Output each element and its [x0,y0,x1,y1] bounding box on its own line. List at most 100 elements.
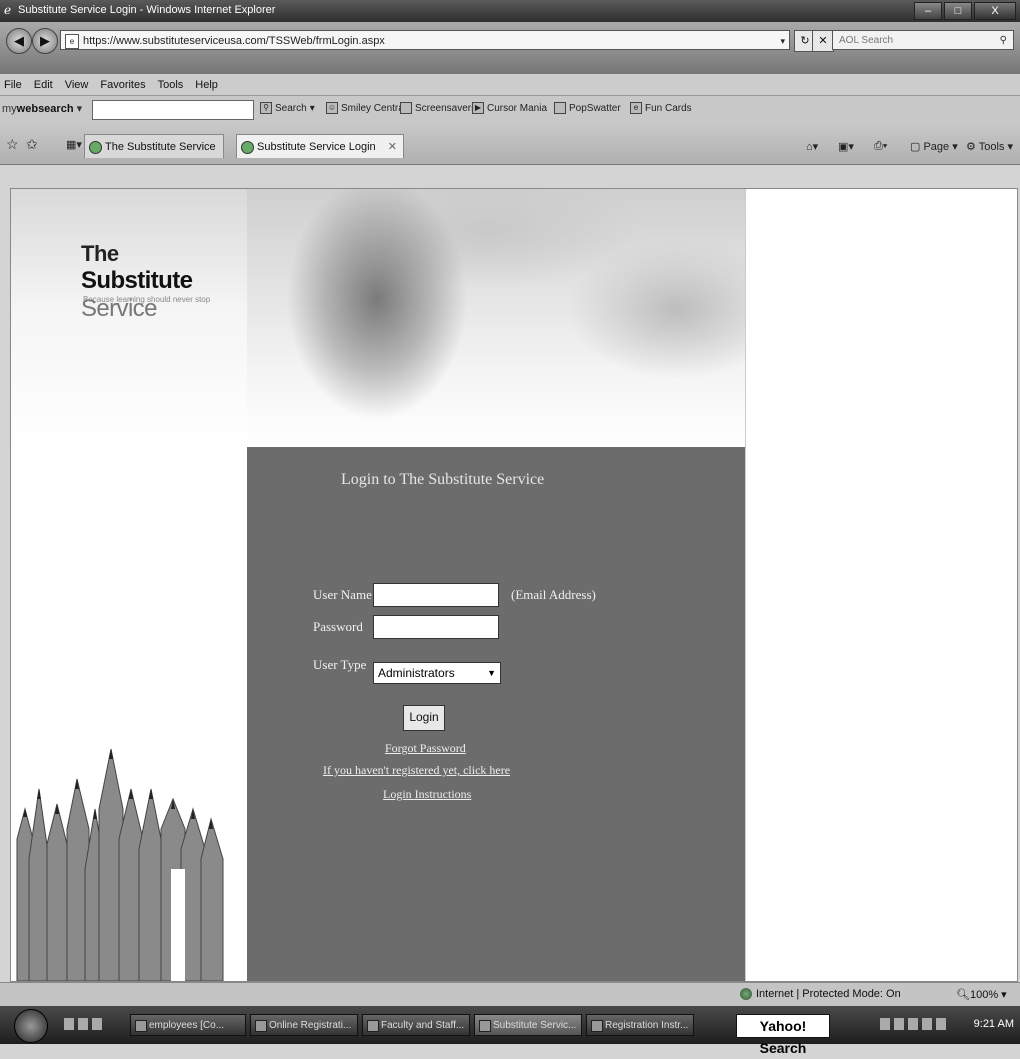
toolbar-search-button[interactable]: ⚲ Search ▾ [260,102,315,114]
address-bar[interactable]: e https://www.substituteserviceusa.com/T… [60,30,790,50]
toolbar-item-label: Fun Cards [645,102,692,114]
toolbar-item-fun-cards[interactable]: e Fun Cards [630,102,692,114]
print-icon[interactable]: ⎙▾ [874,140,887,153]
taskbar-item[interactable]: Online Registrati... [250,1014,358,1036]
security-zone[interactable]: Internet | Protected Mode: On [740,988,901,1000]
menu-file[interactable]: File [4,79,22,91]
taskbar-item-label: Online Registrati... [269,1020,352,1031]
close-button[interactable]: X [974,2,1016,20]
tab-substitute-service-login[interactable]: Substitute Service Login ✕ [236,134,404,158]
usertype-select[interactable]: Administrators ▼ [373,662,501,684]
clock: 9:21 AM [973,1018,1014,1030]
taskbar-item-active[interactable]: Substitute Servic... [474,1014,582,1036]
app-icon [367,1020,379,1032]
right-column [745,189,1017,981]
left-column: The Substitute Service Because learning … [11,189,247,981]
toolbar-search-input[interactable] [92,100,254,120]
menu-help[interactable]: Help [195,79,218,91]
login-button[interactable]: Login [403,705,445,731]
search-icon: ⚲ [260,102,272,114]
back-button[interactable]: ◀ [6,28,32,54]
password-label: Password [313,619,363,634]
taskbar-item[interactable]: employees [Co... [130,1014,246,1036]
tray-icon[interactable] [880,1018,890,1030]
app-icon [479,1020,491,1032]
taskbar-item-label: Substitute Servic... [493,1020,577,1031]
favorites-star-icon[interactable]: ☆ [6,136,19,153]
menu-favorites[interactable]: Favorites [100,79,145,91]
logo-substitute: Substitute [81,267,193,294]
toolbar-item-screensavers[interactable]: Screensavers [400,102,476,114]
app-icon [135,1020,147,1032]
menu-bar: File Edit View Favorites Tools Help [0,74,1020,96]
toolbar-item-cursor-mania[interactable]: ▶ Cursor Mania [472,102,547,114]
tab-label: Substitute Service Login [257,141,376,153]
window-title-bar: ℯ Substitute Service Login - Windows Int… [0,0,1020,22]
clouds-banner [247,189,745,447]
tab-label: The Substitute Service [105,141,216,153]
taskbar: employees [Co... Online Registrati... Fa… [0,1006,1020,1056]
app-icon [591,1020,603,1032]
tray-icon[interactable] [922,1018,932,1030]
login-panel: Login to The Substitute Service User Nam… [247,447,745,981]
zoom-value: 100% [969,989,999,1001]
menu-edit[interactable]: Edit [34,79,53,91]
register-link[interactable]: If you haven't registered yet, click her… [323,763,510,778]
toolbar-item-label: Cursor Mania [487,102,548,114]
page-menu-label: Page [923,141,950,153]
smiley-icon: ☺ [326,102,338,114]
menu-tools[interactable]: Tools [158,79,184,91]
tray-icon[interactable] [908,1018,918,1030]
menu-view[interactable]: View [65,79,89,91]
site-tagline: Because learning should never stop [83,295,211,304]
taskbar-item[interactable]: Faculty and Staff... [362,1014,470,1036]
search-input[interactable]: AOL Search ⚲ [832,30,1014,50]
site-favicon [89,141,102,154]
tab-the-substitute-service[interactable]: The Substitute Service [84,134,224,158]
search-placeholder: AOL Search [839,35,894,46]
quicklaunch-icon[interactable] [78,1018,88,1030]
add-favorites-icon[interactable]: ✩ [26,136,38,153]
home-icon[interactable]: ⌂▾ [806,140,818,153]
page-icon: e [65,34,79,49]
toolbar-search-label: Search [275,102,307,114]
chevron-down-icon: ▼ [487,668,496,678]
page-content: The Substitute Service Because learning … [10,188,1018,982]
toolbar-brand[interactable]: mywebsearch ▾ [2,102,82,115]
tools-menu[interactable]: ⚙ Tools ▾ [966,140,1013,153]
forgot-password-link[interactable]: Forgot Password [385,741,466,756]
zoom-level[interactable]: 🔍︎100% ▾ [956,988,1007,1001]
feeds-icon[interactable]: ▣▾ [838,140,854,153]
search-icon[interactable]: ⚲ [1000,31,1007,51]
globe-icon [740,988,752,1000]
login-instructions-link[interactable]: Login Instructions [383,787,471,802]
security-zone-label: Internet | Protected Mode: On [756,988,901,1000]
yahoo-search-box[interactable]: Yahoo! Search [736,1014,830,1056]
toolbar-item-smiley-central[interactable]: ☺ Smiley Central [326,102,406,114]
stop-button[interactable]: ✕ [812,30,834,52]
tab-row: ☆ ✩ ▦▾ The Substitute Service Substitute… [0,124,1020,165]
site-favicon [241,141,254,154]
minimize-button[interactable]: – [914,2,942,20]
quick-tabs-icon[interactable]: ▦▾ [66,138,82,151]
password-input[interactable] [373,615,499,639]
page-menu[interactable]: ▢ Page ▾ [910,140,958,153]
start-button[interactable] [14,1009,48,1043]
close-tab-icon[interactable]: ✕ [388,135,397,159]
forward-button[interactable]: ▶ [32,28,58,54]
login-heading: Login to The Substitute Service [341,471,545,488]
usertype-value: Administrators [378,666,455,680]
taskbar-item[interactable]: Registration Instr... [586,1014,694,1036]
quicklaunch-icon[interactable] [92,1018,102,1030]
chevron-down-icon[interactable]: ▾ [780,31,785,51]
username-input[interactable] [373,583,499,607]
toolbar-item-popswatter[interactable]: PopSwatter [554,102,621,114]
maximize-button[interactable]: □ [944,2,972,20]
quicklaunch-icon[interactable] [64,1018,74,1030]
app-icon [255,1020,267,1032]
status-bar: Internet | Protected Mode: On 🔍︎100% ▾ [0,982,1020,1007]
tray-icon[interactable] [894,1018,904,1030]
tray-icon[interactable] [936,1018,946,1030]
pencils-image [16,749,224,981]
logo-the: The [81,241,119,266]
